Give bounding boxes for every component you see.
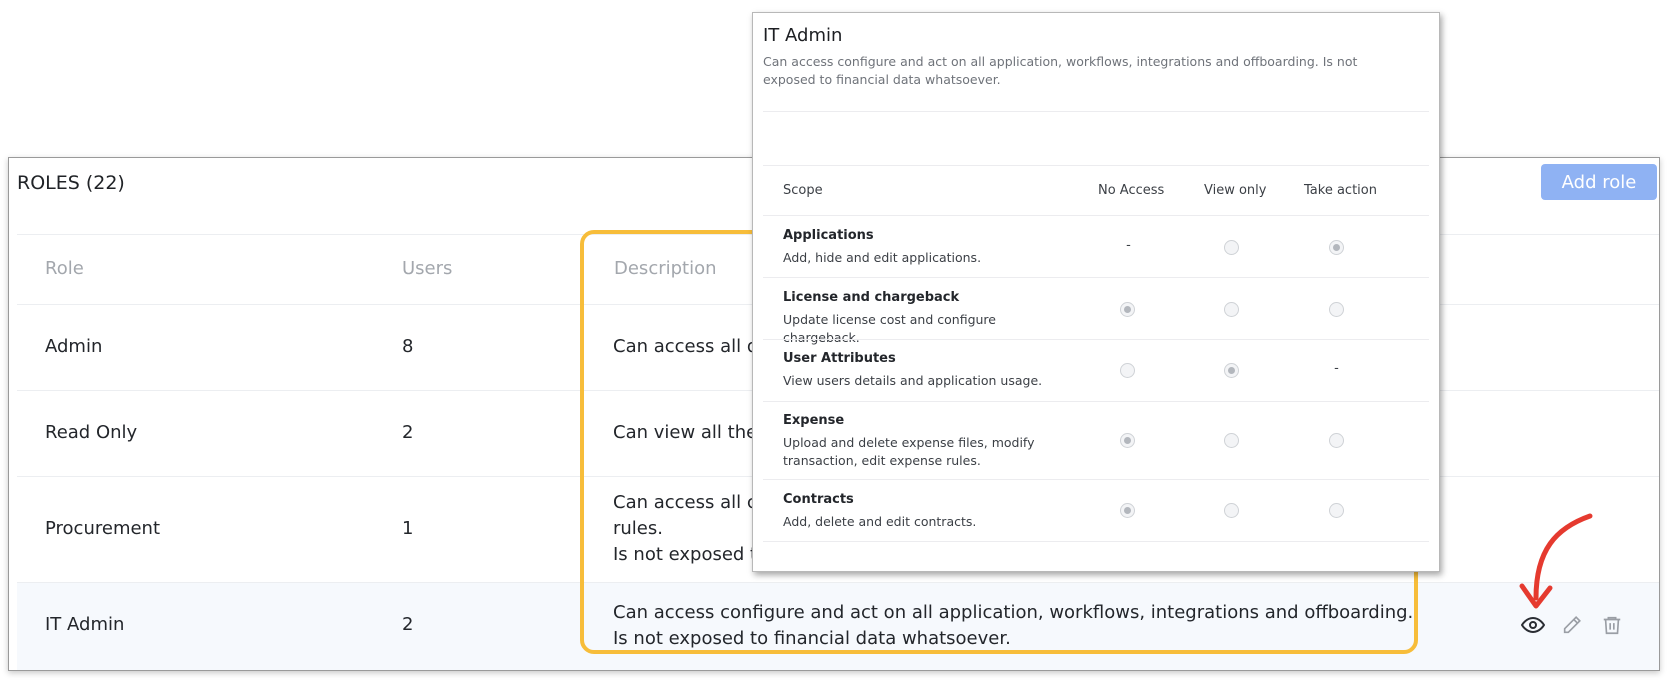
- scope-name: Contracts: [783, 492, 854, 507]
- role-details-popup: IT Admin Can access configure and act on…: [752, 12, 1440, 572]
- scope-name: License and chargeback: [783, 290, 960, 305]
- column-header-no-access: No Access: [1098, 183, 1165, 198]
- user-count: 2: [402, 614, 414, 635]
- view-only-radio[interactable]: [1224, 363, 1239, 378]
- popup-title: IT Admin: [763, 25, 843, 46]
- divider: [763, 111, 1429, 112]
- no-access-radio[interactable]: [1120, 302, 1135, 317]
- role-name: Admin: [45, 336, 103, 357]
- column-header-role[interactable]: Role: [45, 258, 84, 279]
- column-header-scope: Scope: [783, 183, 823, 198]
- column-header-take-action: Take action: [1304, 183, 1377, 198]
- popup-description: Can access configure and act on all appl…: [763, 54, 1358, 87]
- divider: [763, 165, 1429, 166]
- user-count: 1: [402, 518, 414, 539]
- take-action-radio[interactable]: [1329, 302, 1344, 317]
- divider: [763, 339, 1429, 340]
- divider: [763, 401, 1429, 402]
- role-name: Procurement: [45, 518, 161, 539]
- role-name: IT Admin: [45, 614, 125, 635]
- role-name: Read Only: [45, 422, 138, 443]
- scope-name: Expense: [783, 413, 845, 428]
- user-count: 8: [402, 336, 414, 357]
- divider: [763, 541, 1429, 542]
- no-access-radio[interactable]: [1120, 363, 1135, 378]
- view-only-radio[interactable]: [1224, 503, 1239, 518]
- roles-title: ROLES (22): [17, 172, 125, 194]
- column-header-view-only: View only: [1204, 183, 1267, 198]
- view-only-radio[interactable]: [1224, 240, 1239, 255]
- no-access-radio[interactable]: [1120, 503, 1135, 518]
- scope-name: Applications: [783, 228, 874, 243]
- trash-icon[interactable]: [1598, 611, 1626, 639]
- scope-description: Update license cost and configure charge…: [783, 312, 996, 345]
- view-only-radio[interactable]: [1224, 433, 1239, 448]
- no-access-unavailable: -: [1126, 238, 1131, 253]
- divider: [763, 215, 1429, 216]
- scope-name: User Attributes: [783, 351, 896, 366]
- take-action-radio[interactable]: [1329, 503, 1344, 518]
- no-access-radio[interactable]: [1120, 433, 1135, 448]
- take-action-radio[interactable]: [1329, 240, 1344, 255]
- add-role-button[interactable]: Add role: [1541, 164, 1657, 200]
- view-only-radio[interactable]: [1224, 302, 1239, 317]
- divider: [763, 479, 1429, 480]
- take-action-radio[interactable]: [1329, 433, 1344, 448]
- divider: [763, 277, 1429, 278]
- column-header-users[interactable]: Users: [402, 258, 452, 279]
- scope-description: Add, delete and edit contracts.: [783, 514, 977, 529]
- take-action-unavailable: -: [1334, 361, 1339, 376]
- user-count: 2: [402, 422, 414, 443]
- scope-description: Upload and delete expense files, modify …: [783, 435, 1035, 468]
- scope-description: View users details and application usage…: [783, 373, 1043, 388]
- arrow-annotation: [1519, 513, 1593, 609]
- scope-description: Add, hide and edit applications.: [783, 250, 982, 265]
